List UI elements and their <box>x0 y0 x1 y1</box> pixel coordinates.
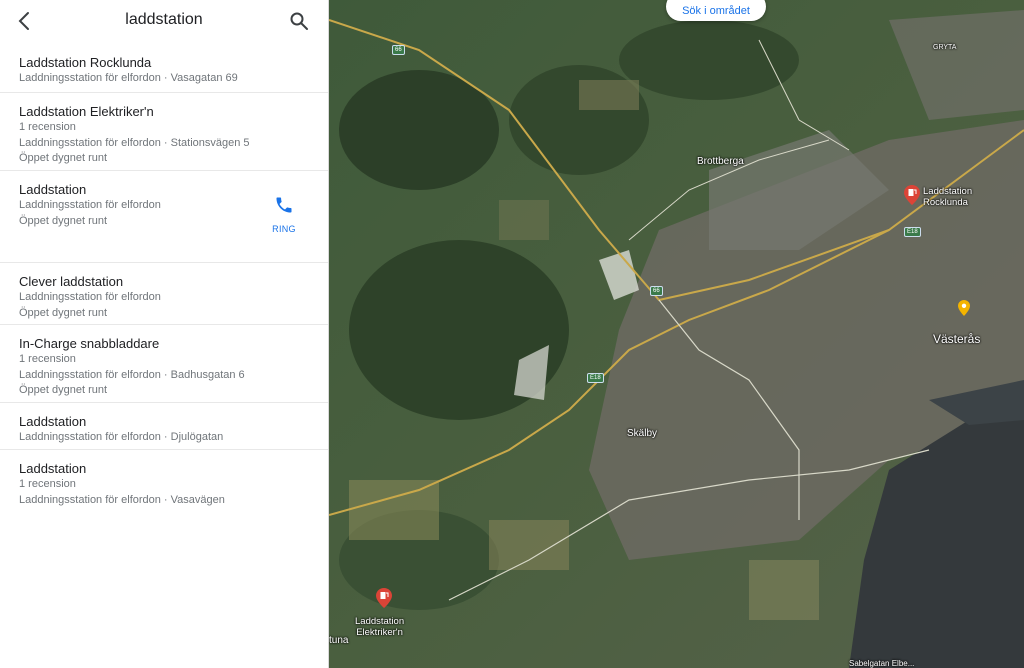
call-label: RING <box>272 224 296 234</box>
pin-label-line: Laddstation <box>923 186 973 197</box>
result-name: Laddstation <box>19 414 87 429</box>
place-label-brottberga: Brottberga <box>697 156 744 167</box>
result-detail: Laddningsstation för elfordon · Stations… <box>19 136 250 149</box>
pin-label-rocklunda: Laddstation Rocklunda <box>923 186 972 208</box>
place-label-skalby: Skälby <box>627 428 658 439</box>
charging-pin-icon[interactable] <box>904 185 920 205</box>
place-label-bottom: Sabelgatan Elbe... <box>849 659 915 668</box>
search-bar: laddstation <box>0 0 328 44</box>
result-item[interactable]: Laddstation 1 recension Laddningsstation… <box>0 450 328 512</box>
map-imagery <box>329 0 1024 668</box>
result-detail: 1 recension <box>19 478 76 490</box>
road-shield-66: 66 <box>650 286 663 296</box>
road-shield-e18: E18 <box>904 227 921 237</box>
result-item[interactable]: Laddstation Rocklunda Laddningsstation f… <box>0 44 328 93</box>
result-name: Laddstation <box>19 461 87 476</box>
search-this-area-button[interactable]: Sök i området <box>666 0 766 21</box>
satellite-map[interactable]: Sök i området GRYTA Brottberga Skälby Vä… <box>329 0 1024 668</box>
pin-label-line: Elektriker'n <box>356 627 403 638</box>
pin-label-elektrikern: Laddstation Elektriker'n <box>355 616 404 638</box>
result-name: Laddstation <box>19 182 87 197</box>
result-detail: Öppet dygnet runt <box>19 306 108 319</box>
result-detail: 1 recension <box>19 353 76 365</box>
road-shield-e18: E18 <box>587 373 604 383</box>
results-panel: laddstation Laddstation Rocklunda Laddni… <box>0 0 329 668</box>
city-marker-icon[interactable] <box>958 300 970 316</box>
result-detail: Laddningsstation för elfordon <box>19 291 161 303</box>
phone-icon <box>276 197 292 213</box>
road-shield-66: 66 <box>392 45 405 55</box>
place-label-gryta: GRYTA <box>933 44 957 51</box>
result-detail: 1 recension <box>19 121 76 133</box>
result-name: Laddstation Rocklunda <box>19 55 152 70</box>
result-detail: Laddningsstation för elfordon · Vasaväge… <box>19 493 225 506</box>
result-detail: Laddningsstation för elfordon · Badhusga… <box>19 368 245 381</box>
result-detail: Öppet dygnet runt <box>19 152 108 164</box>
charging-pin-icon[interactable] <box>376 588 392 608</box>
result-item[interactable]: Laddstation Laddningsstation för elfordo… <box>0 403 328 450</box>
result-item[interactable]: Laddstation Laddningsstation för elfordo… <box>0 171 328 263</box>
search-icon[interactable] <box>288 10 310 32</box>
call-button[interactable]: RING <box>262 195 306 234</box>
result-name: In-Charge snabbladdare <box>19 336 160 351</box>
result-detail: Öppet dygnet runt <box>19 384 108 396</box>
result-item[interactable]: In-Charge snabbladdare 1 recension Laddn… <box>0 325 328 403</box>
pin-label-line: Rocklunda <box>923 197 968 208</box>
result-name: Laddstation Elektriker'n <box>19 104 154 119</box>
result-item[interactable]: Laddstation Elektriker'n 1 recension Lad… <box>0 93 328 171</box>
result-detail: Laddningsstation för elfordon · Vasagata… <box>19 72 238 84</box>
place-label-vasteras: Västerås <box>933 332 981 346</box>
pin-label-line: Laddstation <box>355 616 405 627</box>
place-label-tuna: tuna <box>329 635 349 646</box>
search-query[interactable]: laddstation <box>0 11 328 29</box>
result-name: Clever laddstation <box>19 274 124 289</box>
result-detail: Laddningsstation för elfordon · Djulögat… <box>19 431 224 443</box>
result-item[interactable]: Clever laddstation Laddningsstation för … <box>0 263 328 325</box>
